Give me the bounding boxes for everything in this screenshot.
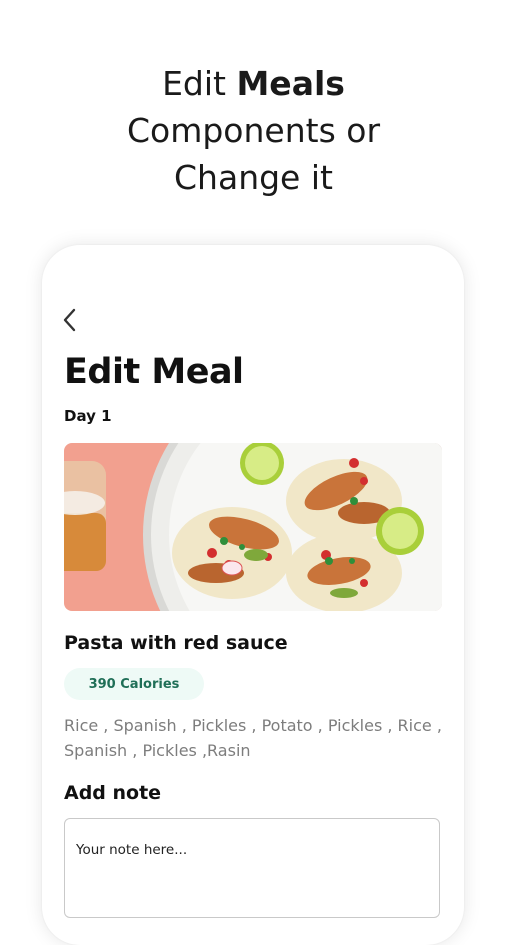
note-placeholder: Your note here...: [76, 842, 188, 858]
back-button[interactable]: [60, 307, 82, 333]
note-input[interactable]: Your note here...: [64, 818, 440, 918]
page-title: Edit Meal: [64, 352, 244, 392]
promo-headline: Edit Meals Components or Change it: [0, 60, 507, 201]
headline-bold: Meals: [236, 64, 345, 103]
calories-badge: 390 Calories: [64, 668, 204, 700]
meal-image: [64, 443, 442, 611]
headline-prefix: Edit: [162, 64, 237, 103]
day-label: Day 1: [64, 407, 112, 425]
chevron-left-icon: [63, 308, 76, 332]
phone-screen: Edit Meal Day 1 Pasta with red sauce 390…: [42, 245, 464, 945]
headline-line2: Components or: [126, 111, 381, 150]
meal-name: Pasta with red sauce: [64, 632, 288, 654]
add-note-label: Add note: [64, 782, 162, 804]
headline-line3: Change it: [174, 158, 333, 197]
ingredients-list: Rice , Spanish , Pickles , Potato , Pick…: [64, 716, 442, 760]
